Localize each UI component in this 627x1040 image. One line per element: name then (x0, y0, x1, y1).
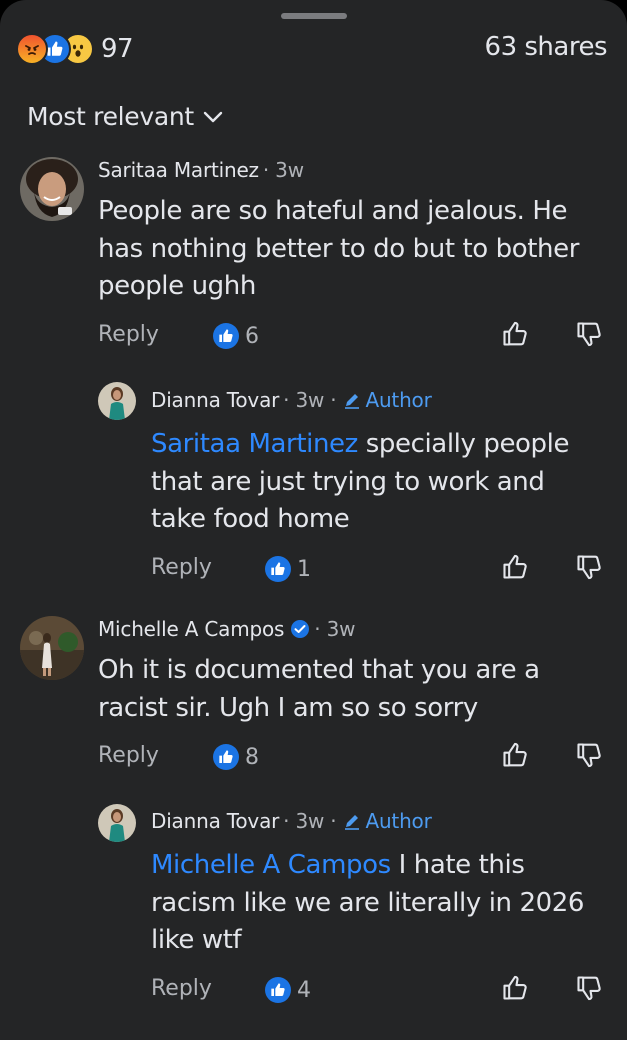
like-icon (265, 556, 291, 582)
downvote-icon[interactable] (575, 974, 603, 1002)
downvote-icon[interactable] (575, 741, 603, 769)
comment-like-count[interactable]: 6 (213, 323, 259, 349)
comment-time: · 3w · (283, 809, 337, 833)
angry-reaction-icon (16, 33, 48, 65)
chevron-down-icon (203, 111, 223, 122)
mention-link[interactable]: Michelle A Campos (151, 850, 391, 880)
comments-sheet: 97 63 shares Most relevant Saritaa Marti… (0, 0, 627, 1040)
upvote-icon[interactable] (501, 553, 529, 581)
comment-author-name[interactable]: Michelle A Campos (98, 617, 284, 641)
upvote-icon[interactable] (501, 741, 529, 769)
like-count-value: 4 (297, 977, 311, 1003)
reply-button[interactable]: Reply (151, 976, 212, 1001)
avatar[interactable] (98, 804, 136, 842)
avatar[interactable] (20, 157, 84, 221)
comment-time: · 3w · (283, 388, 337, 412)
pencil-icon (345, 815, 360, 830)
like-count-value: 6 (245, 323, 259, 349)
reactions-summary[interactable]: 97 (16, 32, 134, 66)
like-icon (213, 744, 239, 770)
comment-author-name[interactable]: Dianna Tovar (151, 388, 279, 412)
avatar[interactable] (20, 616, 84, 680)
comment-filter-dropdown[interactable]: Most relevant (27, 102, 224, 131)
author-label: Author (365, 809, 432, 833)
comment-text: Oh it is documented that you are a racis… (98, 655, 540, 723)
pencil-icon (345, 394, 360, 409)
comment-time: · 3w (262, 158, 304, 182)
comment-text: People are so hateful and jealous. He ha… (98, 196, 580, 301)
avatar[interactable] (98, 382, 136, 420)
comment-like-count[interactable]: 1 (265, 556, 311, 582)
comment-time: · 3w (314, 617, 356, 641)
drag-handle[interactable] (281, 13, 347, 19)
comment-text: Michelle A Campos I hate this racism lik… (151, 847, 611, 960)
author-badge: Author (342, 388, 432, 412)
mention-link[interactable]: Saritaa Martinez (151, 429, 358, 459)
like-icon (265, 977, 291, 1003)
like-count-value: 1 (297, 556, 311, 582)
reply-button[interactable]: Reply (98, 743, 159, 768)
author-badge: Author (342, 809, 432, 833)
like-icon (213, 323, 239, 349)
comment-text: Saritaa Martinez specially people that a… (151, 426, 606, 539)
author-label: Author (365, 388, 432, 412)
shares-count[interactable]: 63 shares (485, 32, 608, 62)
reply-button[interactable]: Reply (151, 555, 212, 580)
downvote-icon[interactable] (575, 320, 603, 348)
comment-author-name[interactable]: Saritaa Martinez (98, 158, 259, 182)
like-count-value: 8 (245, 744, 259, 770)
downvote-icon[interactable] (575, 553, 603, 581)
filter-label: Most relevant (27, 102, 194, 131)
upvote-icon[interactable] (501, 974, 529, 1002)
reply-button[interactable]: Reply (98, 322, 159, 347)
comment-header: Dianna Tovar · 3w · Author (151, 809, 432, 833)
comment-like-count[interactable]: 4 (265, 977, 311, 1003)
comment-like-count[interactable]: 8 (213, 744, 259, 770)
comment-header: Saritaa Martinez · 3w (98, 158, 304, 182)
comment-header: Dianna Tovar · 3w · Author (151, 388, 432, 412)
verified-badge-icon (291, 620, 310, 638)
comment-author-name[interactable]: Dianna Tovar (151, 809, 279, 833)
comment-header: Michelle A Campos · 3w (98, 617, 355, 641)
upvote-icon[interactable] (501, 320, 529, 348)
reaction-count: 97 (101, 34, 134, 64)
